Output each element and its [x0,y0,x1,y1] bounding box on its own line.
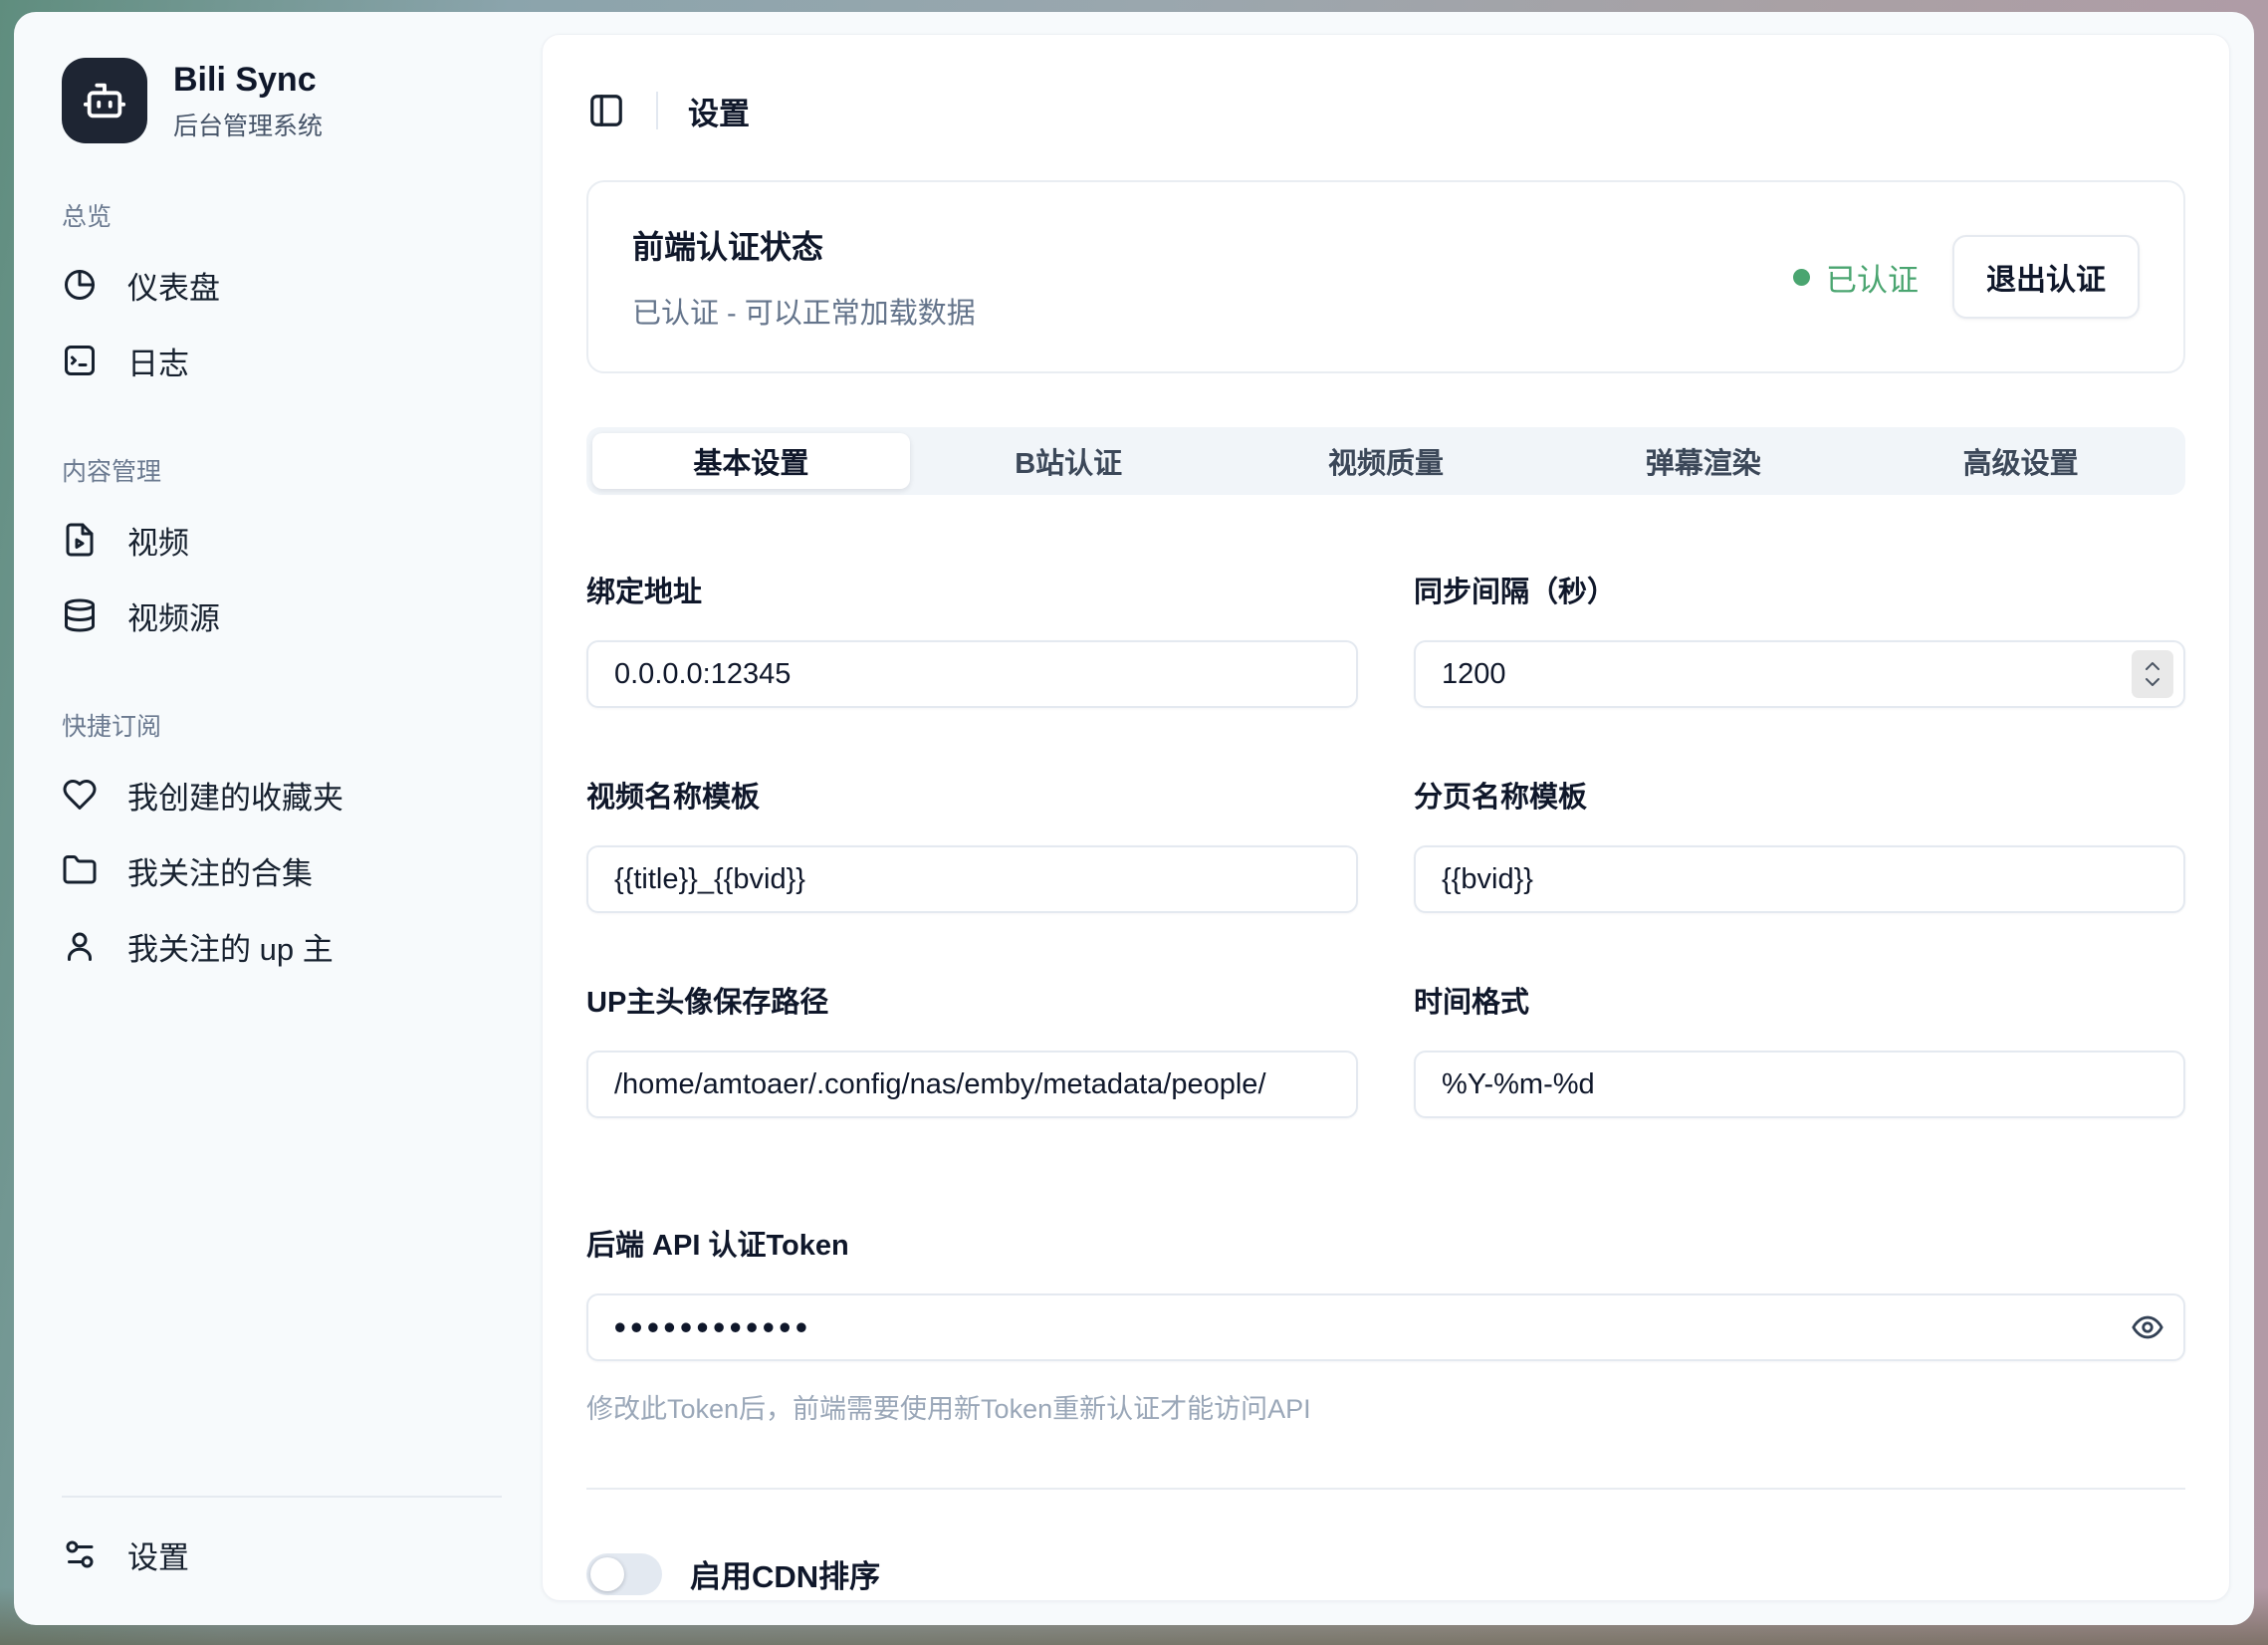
robot-icon [82,78,127,123]
tab-advanced-settings[interactable]: 高级设置 [1862,433,2179,489]
user-icon [62,928,98,964]
auth-status-badge: 已认证 [1793,255,1919,300]
logo-badge [62,58,147,143]
sidebar-item-label: 视频 [127,518,189,563]
sidebar-item-logs[interactable]: 日志 [62,323,502,398]
heart-icon [62,777,98,813]
tab-basic-settings[interactable]: 基本设置 [592,433,910,489]
sidebar-item-label: 日志 [127,339,189,383]
auth-status-actions: 已认证 退出认证 [1793,235,2140,319]
auth-status-card: 前端认证状态 已认证 - 可以正常加载数据 已认证 退出认证 [586,180,2185,373]
database-icon [62,597,98,633]
terminal-icon [62,343,98,378]
cdn-sort-toggle-label: 启用CDN排序 [690,1551,880,1596]
bind-address-input[interactable] [586,640,1358,708]
sidebar-item-my-favorites[interactable]: 我创建的收藏夹 [62,757,502,832]
sidebar-item-label: 仪表盘 [127,263,220,308]
auth-status-label: 已认证 [1826,255,1919,300]
field-api-token: 后端 API 认证Token 修改此Token后，前端需要使用新Token重新认… [586,1222,2185,1426]
form-divider [586,1488,2185,1490]
pie-chart-icon [62,267,98,303]
eye-icon [2131,1310,2164,1344]
nav-section-subscriptions: 快捷订阅 [62,707,502,743]
auth-card-title: 前端认证状态 [632,222,976,268]
sidebar-item-label: 设置 [127,1532,189,1577]
nav-section-content: 内容管理 [62,452,502,488]
settings-tabs: 基本设置 B站认证 视频质量 弹幕渲染 高级设置 [586,427,2185,495]
bind-address-label: 绑定地址 [586,569,1358,610]
video-name-template-label: 视频名称模板 [586,774,1358,816]
toggle-token-visibility-button[interactable] [2118,1297,2177,1357]
main-header: 设置 [543,35,2229,168]
basic-settings-form: 绑定地址 同步间隔（秒） 视频名 [586,569,2185,1118]
panel-left-icon [587,92,625,129]
status-dot-icon [1793,269,1810,286]
api-token-label: 后端 API 认证Token [586,1222,2185,1264]
number-stepper[interactable] [2132,650,2173,698]
field-sync-interval: 同步间隔（秒） [1414,569,2185,708]
sidebar-item-settings[interactable]: 设置 [62,1512,502,1597]
logout-auth-button[interactable]: 退出认证 [1952,235,2140,319]
nav-section-overview: 总览 [62,197,502,233]
field-avatar-save-path: UP主头像保存路径 [586,979,1358,1118]
sidebar-item-dashboard[interactable]: 仪表盘 [62,247,502,323]
avatar-save-path-label: UP主头像保存路径 [586,979,1358,1021]
sidebar: Bili Sync 后台管理系统 总览 仪表盘 日志 内容管理 [14,12,542,1625]
logo-text: Bili Sync 后台管理系统 [173,59,323,143]
tab-bilibili-auth[interactable]: B站认证 [910,433,1228,489]
folder-icon [62,852,98,888]
page-name-template-input[interactable] [1414,845,2185,913]
app-logo: Bili Sync 后台管理系统 [62,58,502,143]
sidebar-divider [62,1496,502,1498]
sidebar-item-video-sources[interactable]: 视频源 [62,578,502,653]
chevron-up-icon [2143,659,2162,673]
tab-video-quality[interactable]: 视频质量 [1228,433,1545,489]
avatar-save-path-input[interactable] [586,1051,1358,1118]
app-title: Bili Sync [173,59,323,102]
page-name-template-label: 分页名称模板 [1414,774,2185,816]
sidebar-item-followed-collections[interactable]: 我关注的合集 [62,832,502,908]
tab-danmaku-render[interactable]: 弹幕渲染 [1544,433,1862,489]
main-panel: 设置 前端认证状态 已认证 - 可以正常加载数据 已认证 退出认证 [542,34,2230,1601]
sync-interval-input[interactable] [1414,640,2185,708]
field-time-format: 时间格式 [1414,979,2185,1118]
auth-card-subtitle: 已认证 - 可以正常加载数据 [632,290,976,332]
chevron-down-icon [2143,675,2162,689]
sidebar-item-label: 视频源 [127,593,220,638]
sidebar-toggle-button[interactable] [578,83,634,138]
header-divider [656,92,658,129]
app-window: Bili Sync 后台管理系统 总览 仪表盘 日志 内容管理 [14,12,2254,1625]
page-title: 设置 [688,89,750,133]
field-page-name-template: 分页名称模板 [1414,774,2185,913]
auth-status-text: 前端认证状态 已认证 - 可以正常加载数据 [632,222,976,332]
field-video-name-template: 视频名称模板 [586,774,1358,913]
toggle-knob [590,1557,624,1591]
sidebar-item-label: 我创建的收藏夹 [127,773,343,818]
cdn-sort-toggle-row: 启用CDN排序 [586,1551,2185,1596]
app-subtitle: 后台管理系统 [173,107,323,142]
settings-content: 前端认证状态 已认证 - 可以正常加载数据 已认证 退出认证 基本设置 B站认证… [543,168,2229,1601]
sidebar-item-label: 我关注的合集 [127,848,313,893]
sidebar-nav: 总览 仪表盘 日志 内容管理 [62,143,502,1478]
api-token-input[interactable] [586,1293,2185,1361]
time-format-input[interactable] [1414,1051,2185,1118]
cdn-sort-toggle[interactable] [586,1553,662,1595]
video-name-template-input[interactable] [586,845,1358,913]
sync-interval-label: 同步间隔（秒） [1414,569,2185,610]
time-format-label: 时间格式 [1414,979,2185,1021]
sliders-icon [62,1536,98,1572]
sidebar-item-label: 我关注的 up 主 [127,924,334,969]
video-file-icon [62,522,98,558]
field-bind-address: 绑定地址 [586,569,1358,708]
sidebar-item-followed-uploaders[interactable]: 我关注的 up 主 [62,908,502,984]
api-token-helper-text: 修改此Token后，前端需要使用新Token重新认证才能访问API [586,1387,2185,1426]
sidebar-item-videos[interactable]: 视频 [62,502,502,578]
